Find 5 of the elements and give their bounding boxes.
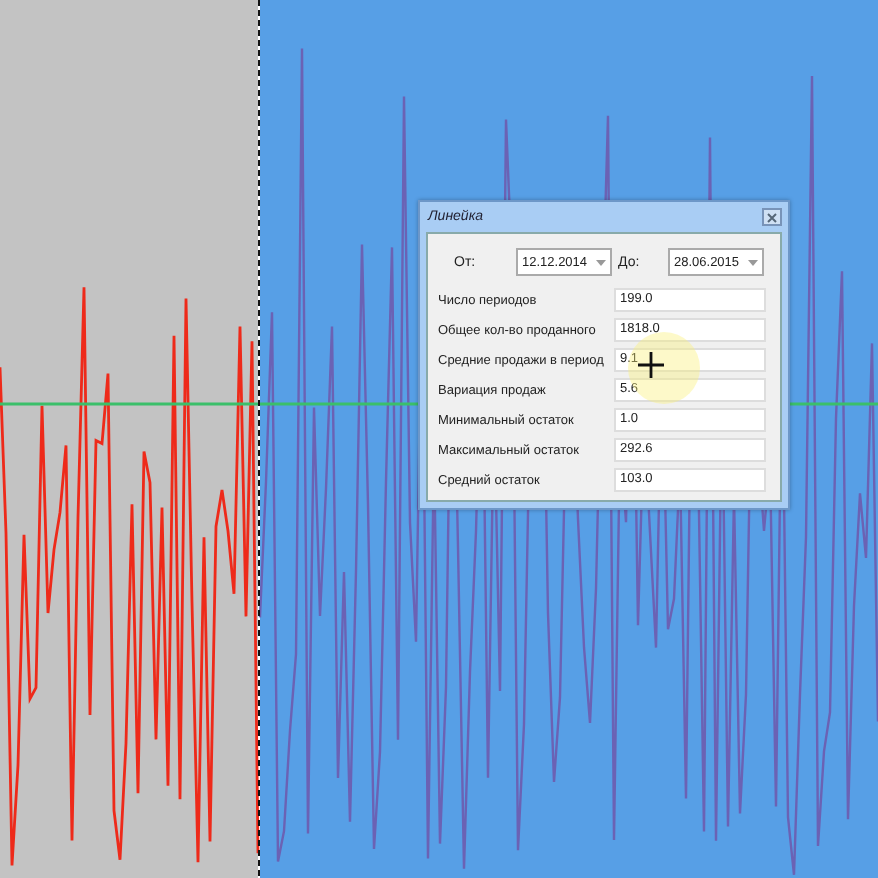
crosshair-icon (638, 352, 664, 378)
dropdown-icon (596, 259, 606, 265)
close-button[interactable] (762, 208, 782, 226)
dropdown-icon (748, 259, 758, 265)
close-icon (766, 211, 778, 223)
